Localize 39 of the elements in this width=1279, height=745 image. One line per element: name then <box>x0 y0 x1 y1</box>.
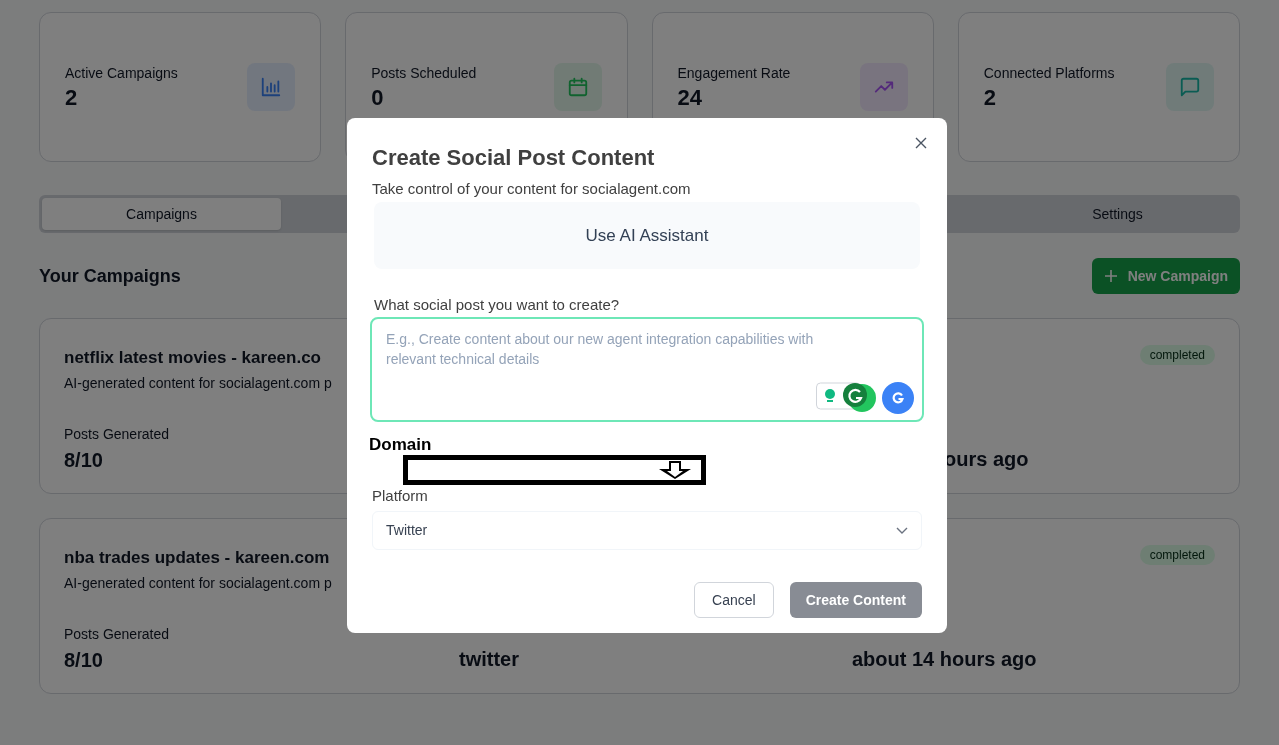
stat-label: Posts Generated <box>64 624 170 644</box>
chevron-down-icon <box>896 526 908 535</box>
prompt-textarea[interactable]: E.g., Create content about our new agent integration capabilities with relevant technical details <box>370 317 924 422</box>
campaign-title: netflix latest movies - kareen.co <box>64 347 322 369</box>
field-label: Domain <box>369 434 433 456</box>
campaign-description: AI-generated content for socialagent.com p <box>64 573 332 593</box>
create-content-button[interactable]: Create Content <box>789 582 922 618</box>
stat-label: Active Campaigns <box>65 63 178 83</box>
tab[interactable]: Campaigns <box>42 198 281 230</box>
stat-value: about 14 hours ago <box>852 646 1038 672</box>
grammar-assistant-icon[interactable] <box>816 382 878 414</box>
dialog-subtitle: Take control of your content for socialagent.com <box>372 179 692 199</box>
stat-value: twitter <box>459 646 520 672</box>
status-badge: completed <box>1139 545 1215 565</box>
cancel-button[interactable]: Cancel <box>694 582 774 618</box>
stat-value: 24 <box>677 83 703 112</box>
stat-label: Connected Platforms <box>983 63 1115 83</box>
campaign-title: nba trades updates - kareen.com <box>64 547 331 569</box>
stat-value: 2 <box>983 83 997 112</box>
down-arrow-icon <box>657 461 693 480</box>
domain-select[interactable] <box>403 455 706 486</box>
plus-icon <box>1103 269 1118 283</box>
stat-label: Posts Scheduled <box>371 63 477 83</box>
tab[interactable]: Settings <box>998 198 1237 230</box>
stat-value: 8/10 <box>64 447 103 473</box>
stat-value: 0 <box>371 83 385 112</box>
stat-label: Posts Generated <box>64 424 170 444</box>
ai-assistant-button[interactable]: Use AI Assistant <box>374 202 920 270</box>
campaign-description: AI-generated content for socialagent.com p <box>64 373 332 393</box>
stat-label: Engagement Rate <box>677 63 791 83</box>
field-label: Platform <box>372 487 429 506</box>
field-label: What social post you want to create? <box>374 296 621 315</box>
stat-value: 8/10 <box>64 647 103 673</box>
platform-select[interactable]: Twitter <box>372 511 922 550</box>
status-badge: completed <box>1139 345 1215 365</box>
close-icon[interactable] <box>914 136 928 150</box>
section-title: Your Campaigns <box>39 264 181 288</box>
stat-value: 2 <box>65 83 79 112</box>
dialog-title: Create Social Post Content <box>372 144 656 172</box>
